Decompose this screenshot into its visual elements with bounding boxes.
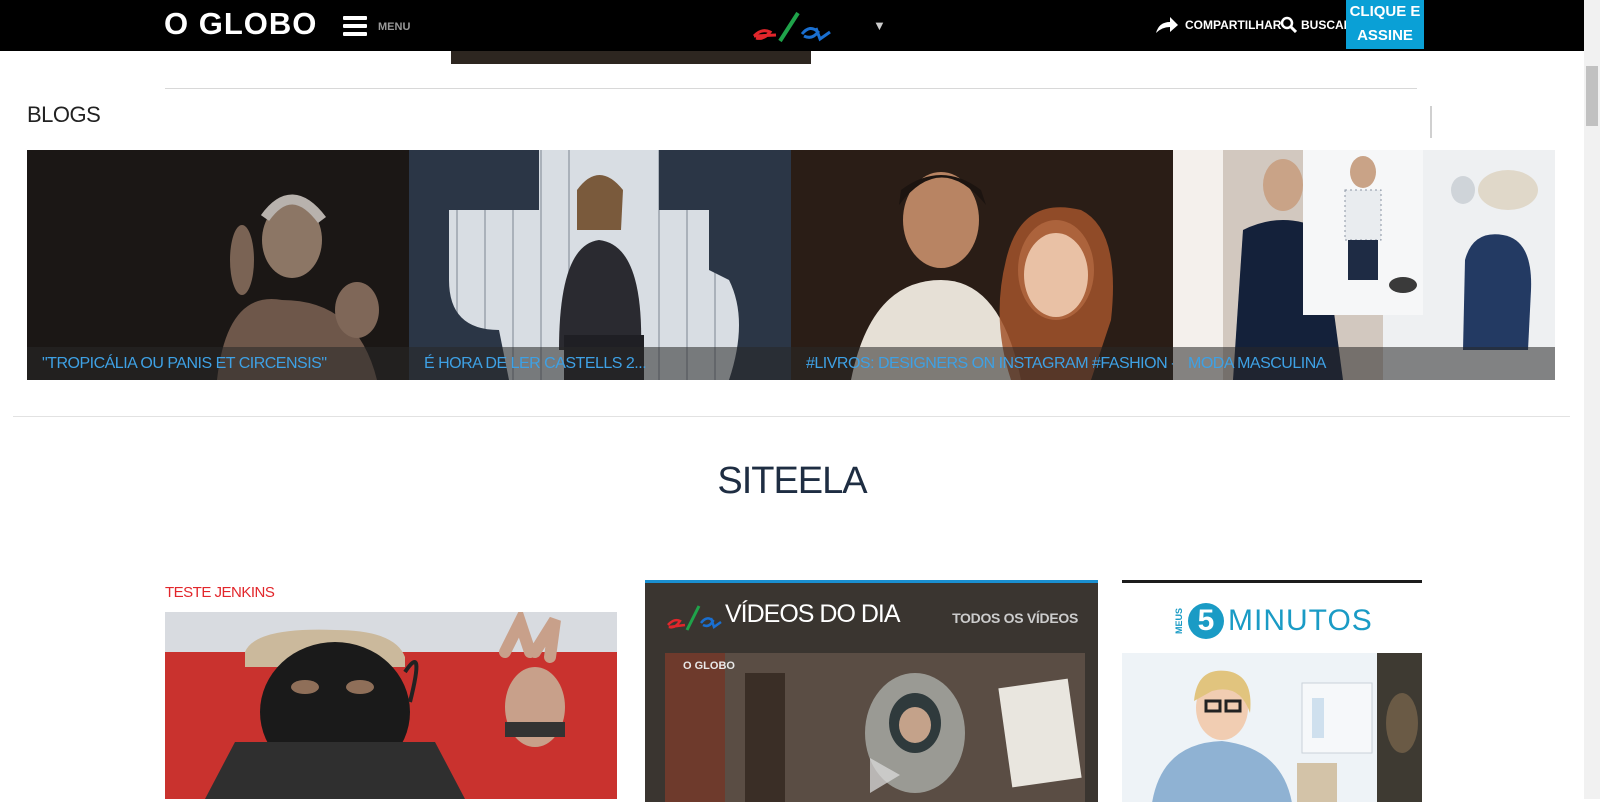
video-brand-watermark: O GLOBO <box>683 660 735 672</box>
ela-logo[interactable] <box>750 10 834 44</box>
video-thumbnail[interactable]: O GLOBO <box>665 653 1085 802</box>
blogs-carousel: "TROPICÁLIA OU PANIS ET CIRCENSIS" É HOR… <box>27 150 1555 380</box>
videos-widget: VÍDEOS DO DIA TODOS OS VÍDEOS O GLOBO <box>645 580 1098 802</box>
previous-article-image-edge[interactable] <box>451 51 811 64</box>
oglobo-logo[interactable]: O GLOBO <box>164 6 317 42</box>
blogs-heading: BLOGS <box>27 102 101 127</box>
minutos-image[interactable] <box>1122 653 1422 802</box>
hamburger-menu-icon[interactable] <box>343 16 367 36</box>
blog-card-image <box>791 150 1173 380</box>
section-dropdown-icon[interactable]: ▼ <box>873 18 886 33</box>
blog-card[interactable]: É HORA DE LER CASTELLS 2... <box>409 150 791 380</box>
article-kicker[interactable]: TESTE JENKINS <box>165 584 275 601</box>
minutos-word: MINUTOS <box>1228 604 1373 637</box>
blog-card[interactable]: #LIVROS: DESIGNERS ON INSTAGRAM #FASHION… <box>791 150 1173 380</box>
meus-5-minutos-logo[interactable]: MEUS 5 MINUTOS <box>1174 603 1373 639</box>
divider <box>13 416 1570 417</box>
share-button[interactable]: COMPARTILHAR <box>1155 16 1281 34</box>
divider <box>165 88 1417 89</box>
blog-card-image <box>1173 150 1555 380</box>
subscribe-line-2: ASSINE <box>1357 27 1413 44</box>
search-button[interactable]: BUSCAR <box>1280 16 1352 33</box>
minutos-meus-label: MEUS <box>1174 607 1184 634</box>
subscribe-button[interactable]: CLIQUE E ASSINE <box>1346 0 1424 49</box>
video-frame: O GLOBO <box>665 653 1085 802</box>
article-photo <box>165 612 617 799</box>
share-label: COMPARTILHAR <box>1185 18 1282 32</box>
blog-card-image <box>409 150 791 380</box>
videos-title: VÍDEOS DO DIA <box>725 600 901 628</box>
meus-5-minutos-widget[interactable]: MEUS 5 MINUTOS <box>1122 580 1422 802</box>
blog-card[interactable]: MODA MASCULINA <box>1173 150 1555 380</box>
menu-label[interactable]: MENU <box>378 21 410 33</box>
divider <box>1430 106 1432 138</box>
all-videos-link[interactable]: TODOS OS VÍDEOS <box>952 610 1078 626</box>
minutos-number: 5 <box>1188 603 1224 639</box>
blog-caption[interactable]: "TROPICÁLIA OU PANIS ET CIRCENSIS" <box>27 347 409 380</box>
subscribe-line-1: CLIQUE E <box>1349 3 1421 20</box>
search-icon <box>1280 16 1297 33</box>
blog-caption[interactable]: MODA MASCULINA <box>1173 347 1555 380</box>
article-image[interactable] <box>165 612 617 799</box>
blog-card[interactable]: "TROPICÁLIA OU PANIS ET CIRCENSIS" <box>27 150 409 380</box>
top-navigation-bar: O GLOBO MENU ▼ COMPARTILHAR BUSCAR CLIQU… <box>0 0 1584 51</box>
search-label: BUSCAR <box>1301 17 1353 32</box>
blog-caption[interactable]: É HORA DE LER CASTELLS 2... <box>409 347 791 380</box>
ela-logo <box>667 605 722 631</box>
scrollbar-thumb[interactable] <box>1586 66 1598 126</box>
minutos-photo <box>1122 653 1422 802</box>
blog-caption[interactable]: #LIVROS: DESIGNERS ON INSTAGRAM #FASHION… <box>791 347 1173 380</box>
section-title: SITEELA <box>717 460 867 502</box>
share-arrow-icon <box>1156 17 1178 33</box>
blog-card-image <box>27 150 409 380</box>
